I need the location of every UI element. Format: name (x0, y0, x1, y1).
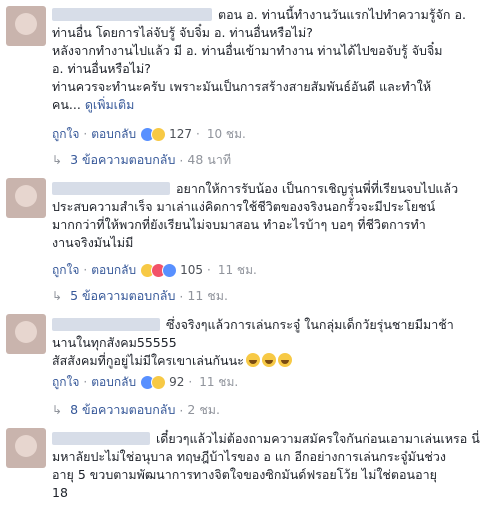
comment-line: ท่านควรจะทำนะครับ เพราะมันเป็นการสร้างสา… (52, 79, 432, 94)
avatar[interactable] (6, 6, 46, 46)
comment-body: ซึ่งจริงๆแล้วการเล่นกระจู๋ ในกลุ่มเด็กวั… (52, 316, 492, 370)
comment-time[interactable]: 11 ชม. (199, 373, 238, 392)
comment-actions: ถูกใจ · ตอบกลับ 127 · 10 ชม. (52, 126, 246, 142)
comment-line: เดี๋ยวๆแล้วไม่ต้องถามความสมัครใจกันก่อนเ… (156, 431, 480, 446)
reaction-count: 127 (169, 127, 193, 141)
comment-line: สัสสังคมที่กูอยู่ไม่มีใครเขาเล่นกันนะ (52, 353, 244, 368)
reactions[interactable] (140, 374, 167, 390)
comment-actions: ถูกใจ · ตอบกลับ 105 · 11 ชม. (52, 262, 257, 278)
reply-arrow-icon: ↳ (52, 289, 63, 303)
reply-link[interactable]: ตอบกลับ (91, 125, 136, 144)
see-more-link[interactable]: ดูเพิ่มเติม (85, 97, 135, 112)
comment-time[interactable]: 11 ชม. (218, 261, 257, 280)
comment-line: อ. ท่านอื่นหรือไม่? (52, 61, 151, 76)
reply-arrow-icon: ↳ (52, 403, 63, 417)
haha-reaction-icon (151, 374, 167, 390)
comment-time[interactable]: 10 ชม. (207, 125, 246, 144)
reaction-count: 105 (180, 263, 204, 277)
reply-link[interactable]: ตอบกลับ (91, 373, 136, 392)
reply-link[interactable]: ตอบกลับ (91, 261, 136, 280)
comment-actions: ถูกใจ · ตอบกลับ 92 · 11 ชม. (52, 374, 238, 390)
avatar[interactable] (6, 314, 46, 354)
commenter-name-redacted[interactable] (52, 8, 212, 21)
comment-line: ตอน อ. ท่านนี้ทำงานวันแรกไปทำความรู้จัก … (218, 7, 466, 22)
haha-reaction-icon (151, 126, 167, 142)
laughing-emoji-icon (277, 353, 292, 367)
replies-time: 11 ชม. (187, 288, 228, 303)
replies-count[interactable]: 5 ข้อความตอบกลับ (70, 286, 175, 306)
reactions[interactable] (140, 262, 178, 278)
comment-line: อายุ 5 ขวบตามพัฒนาการทางจิตใจของซิกมันด์… (52, 467, 437, 482)
replies-count[interactable]: 8 ข้อความตอบกลับ (70, 400, 175, 420)
like-link[interactable]: ถูกใจ (52, 261, 79, 280)
reactions[interactable] (140, 126, 167, 142)
comment-line: ท่านอื่น โดยการไล่จับรู้ จับจิ๋ม อ. ท่าน… (52, 25, 313, 40)
comment-line: มากกว่าที่ให้พวกที่ยังเรียนไม่จบมาสอน ทำ… (52, 217, 426, 232)
comment-body: เดี๋ยวๆแล้วไม่ต้องถามความสมัครใจกันก่อนเ… (52, 430, 492, 502)
replies-time: 48 นาที (187, 152, 232, 167)
view-replies[interactable]: ↳ 5 ข้อความตอบกลับ · 11 ชม. (52, 286, 228, 306)
comment-line: งานจริงมันไม่มี (52, 235, 134, 250)
comment-line: นานในทุกสังคม55555 (52, 335, 177, 350)
avatar[interactable] (6, 428, 46, 468)
commenter-name-redacted[interactable] (52, 318, 160, 331)
like-link[interactable]: ถูกใจ (52, 125, 79, 144)
view-replies[interactable]: ↳ 8 ข้อความตอบกลับ · 2 ชม. (52, 400, 220, 420)
commenter-name-redacted[interactable] (52, 432, 150, 445)
laughing-emoji-icon (245, 353, 260, 367)
commenter-name-redacted[interactable] (52, 182, 170, 195)
view-replies[interactable]: ↳ 3 ข้อความตอบกลับ · 48 นาที (52, 150, 231, 170)
comment-body: ตอน อ. ท่านนี้ทำงานวันแรกไปทำความรู้จัก … (52, 6, 492, 114)
comment-line: 18 (52, 485, 68, 500)
replies-count[interactable]: 3 ข้อความตอบกลับ (70, 150, 175, 170)
comment-line: ซึ่งจริงๆแล้วการเล่นกระจู๋ ในกลุ่มเด็กวั… (166, 317, 454, 332)
like-reaction-icon (162, 262, 178, 278)
comment-line: อยากให้การรับน้อง เป็นการเชิญรุ่นพี่ที่เ… (176, 181, 459, 196)
reply-arrow-icon: ↳ (52, 153, 63, 167)
avatar[interactable] (6, 178, 46, 218)
comment-line: ประสบความสำเร็จ มาเล่าแง่คิดการใช้ชีวิตข… (52, 199, 436, 214)
comment-line: คน... (52, 97, 81, 112)
laughing-emoji-icon (261, 353, 276, 367)
comment-body: อยากให้การรับน้อง เป็นการเชิญรุ่นพี่ที่เ… (52, 180, 492, 252)
like-link[interactable]: ถูกใจ (52, 373, 79, 392)
reaction-count: 92 (169, 375, 185, 389)
comment-line: มหาลัยปะไม่ใช่อนุบาล ทฤษฎีบ้าไรของ อ แก … (52, 449, 447, 464)
comment-line: หลังจากทำงานไปแล้ว มี อ. ท่านอื่นเข้ามาท… (52, 43, 443, 58)
replies-time: 2 ชม. (187, 402, 221, 417)
